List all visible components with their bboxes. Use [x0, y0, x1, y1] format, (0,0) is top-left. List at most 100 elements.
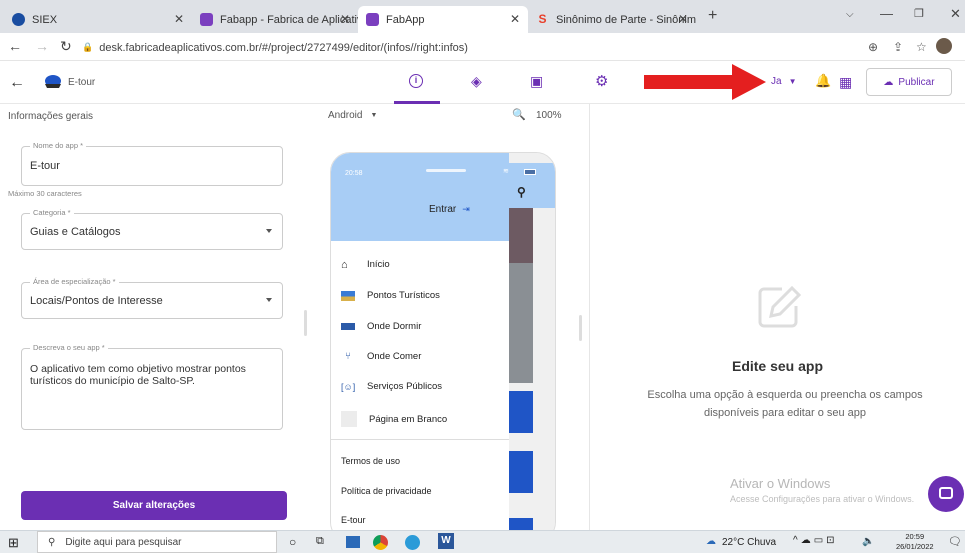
bookmark-star-icon[interactable]: ☆: [916, 40, 927, 54]
drawer-header: [331, 153, 509, 241]
forward-arrow-icon[interactable]: →: [35, 38, 49, 54]
wifi-icon: ≋: [503, 168, 509, 175]
back-arrow-icon[interactable]: ←: [8, 38, 22, 54]
share-icon[interactable]: ⇪: [893, 40, 903, 54]
close-tab-icon[interactable]: ✕: [174, 12, 184, 26]
chrome-icon[interactable]: [373, 535, 388, 550]
field-label: Categoria *: [30, 208, 74, 217]
edge-icon[interactable]: [405, 535, 420, 550]
back-icon[interactable]: ←: [9, 74, 25, 92]
resize-handle-right[interactable]: [579, 315, 582, 341]
drawer-divider: [331, 439, 509, 440]
description-textarea[interactable]: Descreva o seu app * O aplicativo tem co…: [21, 343, 283, 430]
platform-label: Android: [328, 110, 363, 121]
weather-text[interactable]: 22°C Chuva: [722, 537, 776, 548]
services-icon: [☺]: [341, 381, 356, 392]
task-view-icon[interactable]: ⧉: [316, 535, 324, 548]
section-title: Informações gerais: [8, 111, 94, 122]
chevron-down-icon: [266, 298, 272, 302]
zoom-level: 100%: [536, 110, 562, 121]
url-field[interactable]: 🔒 desk.fabricadeaplicativos.com.br/#/pro…: [82, 37, 962, 58]
file-explorer-icon[interactable]: [346, 536, 360, 548]
photo-thumbnail: [509, 208, 533, 263]
resize-handle-left[interactable]: [304, 310, 307, 336]
browser-tab-strip: SIEX ✕ Fabapp - Fabrica de Aplicativos ✕…: [0, 0, 965, 33]
cortana-icon[interactable]: ○: [289, 535, 296, 549]
search-placeholder: Digite aqui para pesquisar: [65, 536, 182, 548]
link-privacidade[interactable]: Política de privacidade: [341, 486, 432, 496]
category-select[interactable]: Categoria * Guias e Catálogos: [21, 208, 283, 250]
menu-item-servicos-publicos[interactable]: [☺] Serviços Públicos: [341, 381, 442, 392]
tab-label: Fabapp - Fabrica de Aplicativos: [220, 13, 358, 26]
link-termos[interactable]: Termos de uso: [341, 456, 400, 466]
system-tray-icons[interactable]: ^☁▭⊡: [793, 535, 838, 546]
browser-tab-fabapp[interactable]: FabApp ✕: [358, 6, 528, 33]
tab-settings[interactable]: ⚙: [595, 72, 608, 90]
save-button[interactable]: Salvar alterações: [21, 491, 287, 520]
browser-tab-siex[interactable]: SIEX ✕: [4, 6, 192, 33]
close-tab-icon[interactable]: ✕: [678, 12, 688, 26]
profile-avatar[interactable]: [936, 38, 952, 54]
taskbar-search[interactable]: ⚲ Digite aqui para pesquisar: [37, 531, 277, 553]
close-tab-icon[interactable]: ✕: [340, 12, 350, 26]
zoom-icon[interactable]: ⊕: [868, 40, 878, 54]
notch: [426, 169, 466, 172]
menu-item-onde-comer[interactable]: ⑂ Onde Comer: [341, 351, 421, 362]
volume-icon[interactable]: 🔈: [862, 536, 874, 547]
qr-code-icon[interactable]: ▦: [839, 74, 852, 91]
bell-icon[interactable]: 🔔: [815, 73, 831, 89]
menu-item-pagina-em-branco[interactable]: Página em Branco: [341, 411, 447, 427]
reload-icon[interactable]: ↻: [60, 38, 72, 55]
minimize-icon[interactable]: —: [880, 6, 893, 21]
field-hint: Máximo 30 caracteres: [8, 189, 82, 198]
menu-item-pontos-turisticos[interactable]: Pontos Turísticos: [341, 290, 440, 301]
tab-search-icon[interactable]: ⌵: [846, 9, 854, 20]
windows-start-icon[interactable]: ⊞: [8, 535, 19, 551]
clock-date: 26/01/2022: [896, 542, 934, 551]
link-etour[interactable]: E-tour: [341, 515, 366, 525]
notifications-icon[interactable]: 🗨: [948, 535, 962, 548]
tab-images[interactable]: ▣: [530, 73, 543, 90]
language-dropdown[interactable]: Ja ▼: [771, 76, 796, 87]
caret-down-icon: ▼: [370, 112, 378, 119]
battery-icon: [524, 169, 536, 175]
language-label: Ja: [771, 76, 782, 87]
platform-dropdown[interactable]: Android ▼: [328, 110, 377, 121]
app-name: E-tour: [68, 77, 96, 88]
edit-subtitle: Escolha uma opção à esquerda ou preencha…: [647, 389, 923, 419]
clock-time: 20:59: [905, 532, 925, 541]
landscape-icon: [341, 290, 355, 301]
restore-icon[interactable]: ❐: [914, 7, 924, 20]
search-icon[interactable]: ⚲: [517, 185, 526, 199]
fabapp-favicon-icon: [366, 13, 379, 26]
edit-icon: [756, 284, 802, 330]
specialization-select[interactable]: Área de especialização * Locais/Pontos d…: [21, 277, 283, 319]
new-tab-icon[interactable]: +: [708, 7, 717, 25]
menu-item-onde-dormir[interactable]: Onde Dormir: [341, 321, 421, 332]
enter-label: Entrar: [429, 204, 457, 215]
publish-button[interactable]: ☁ Publicar: [866, 68, 952, 96]
tab-layers[interactable]: ◈: [471, 73, 482, 90]
browser-tab-sinonimo[interactable]: S Sinônimo de Parte - Sinônimos ✕: [528, 6, 696, 33]
browser-tab-fabapp-fabrica[interactable]: Fabapp - Fabrica de Aplicativos ✕: [192, 6, 358, 33]
clock[interactable]: 20:59 26/01/2022: [896, 532, 934, 552]
menu-item-inicio[interactable]: ⌂ Início: [341, 259, 390, 270]
app-name-field[interactable]: Nome do app * E-tour: [21, 141, 283, 186]
side-drawer: 20:58 Entrar ⇥ ⌂ Início Pontos Turístico…: [331, 153, 509, 541]
layers-icon: ◈: [471, 73, 482, 89]
chat-button[interactable]: [928, 476, 964, 512]
field-label: Descreva o seu app *: [30, 343, 108, 352]
close-tab-icon[interactable]: ✕: [510, 12, 520, 26]
home-icon: ⌂: [341, 258, 348, 271]
word-icon[interactable]: W: [438, 533, 454, 549]
menu-item-label: Pontos Turísticos: [367, 290, 440, 301]
tab-label: SIEX: [32, 13, 58, 26]
photo-thumbnail: [509, 263, 533, 383]
image-icon: ▣: [530, 73, 544, 89]
close-window-icon[interactable]: ✕: [950, 6, 961, 22]
menu-tile: [509, 451, 533, 493]
sinonimos-favicon-icon: S: [538, 12, 547, 26]
enter-button[interactable]: Entrar ⇥: [429, 204, 470, 215]
zoom-magnifier-icon[interactable]: 🔍: [512, 108, 526, 121]
tab-infos[interactable]: i: [394, 62, 440, 104]
